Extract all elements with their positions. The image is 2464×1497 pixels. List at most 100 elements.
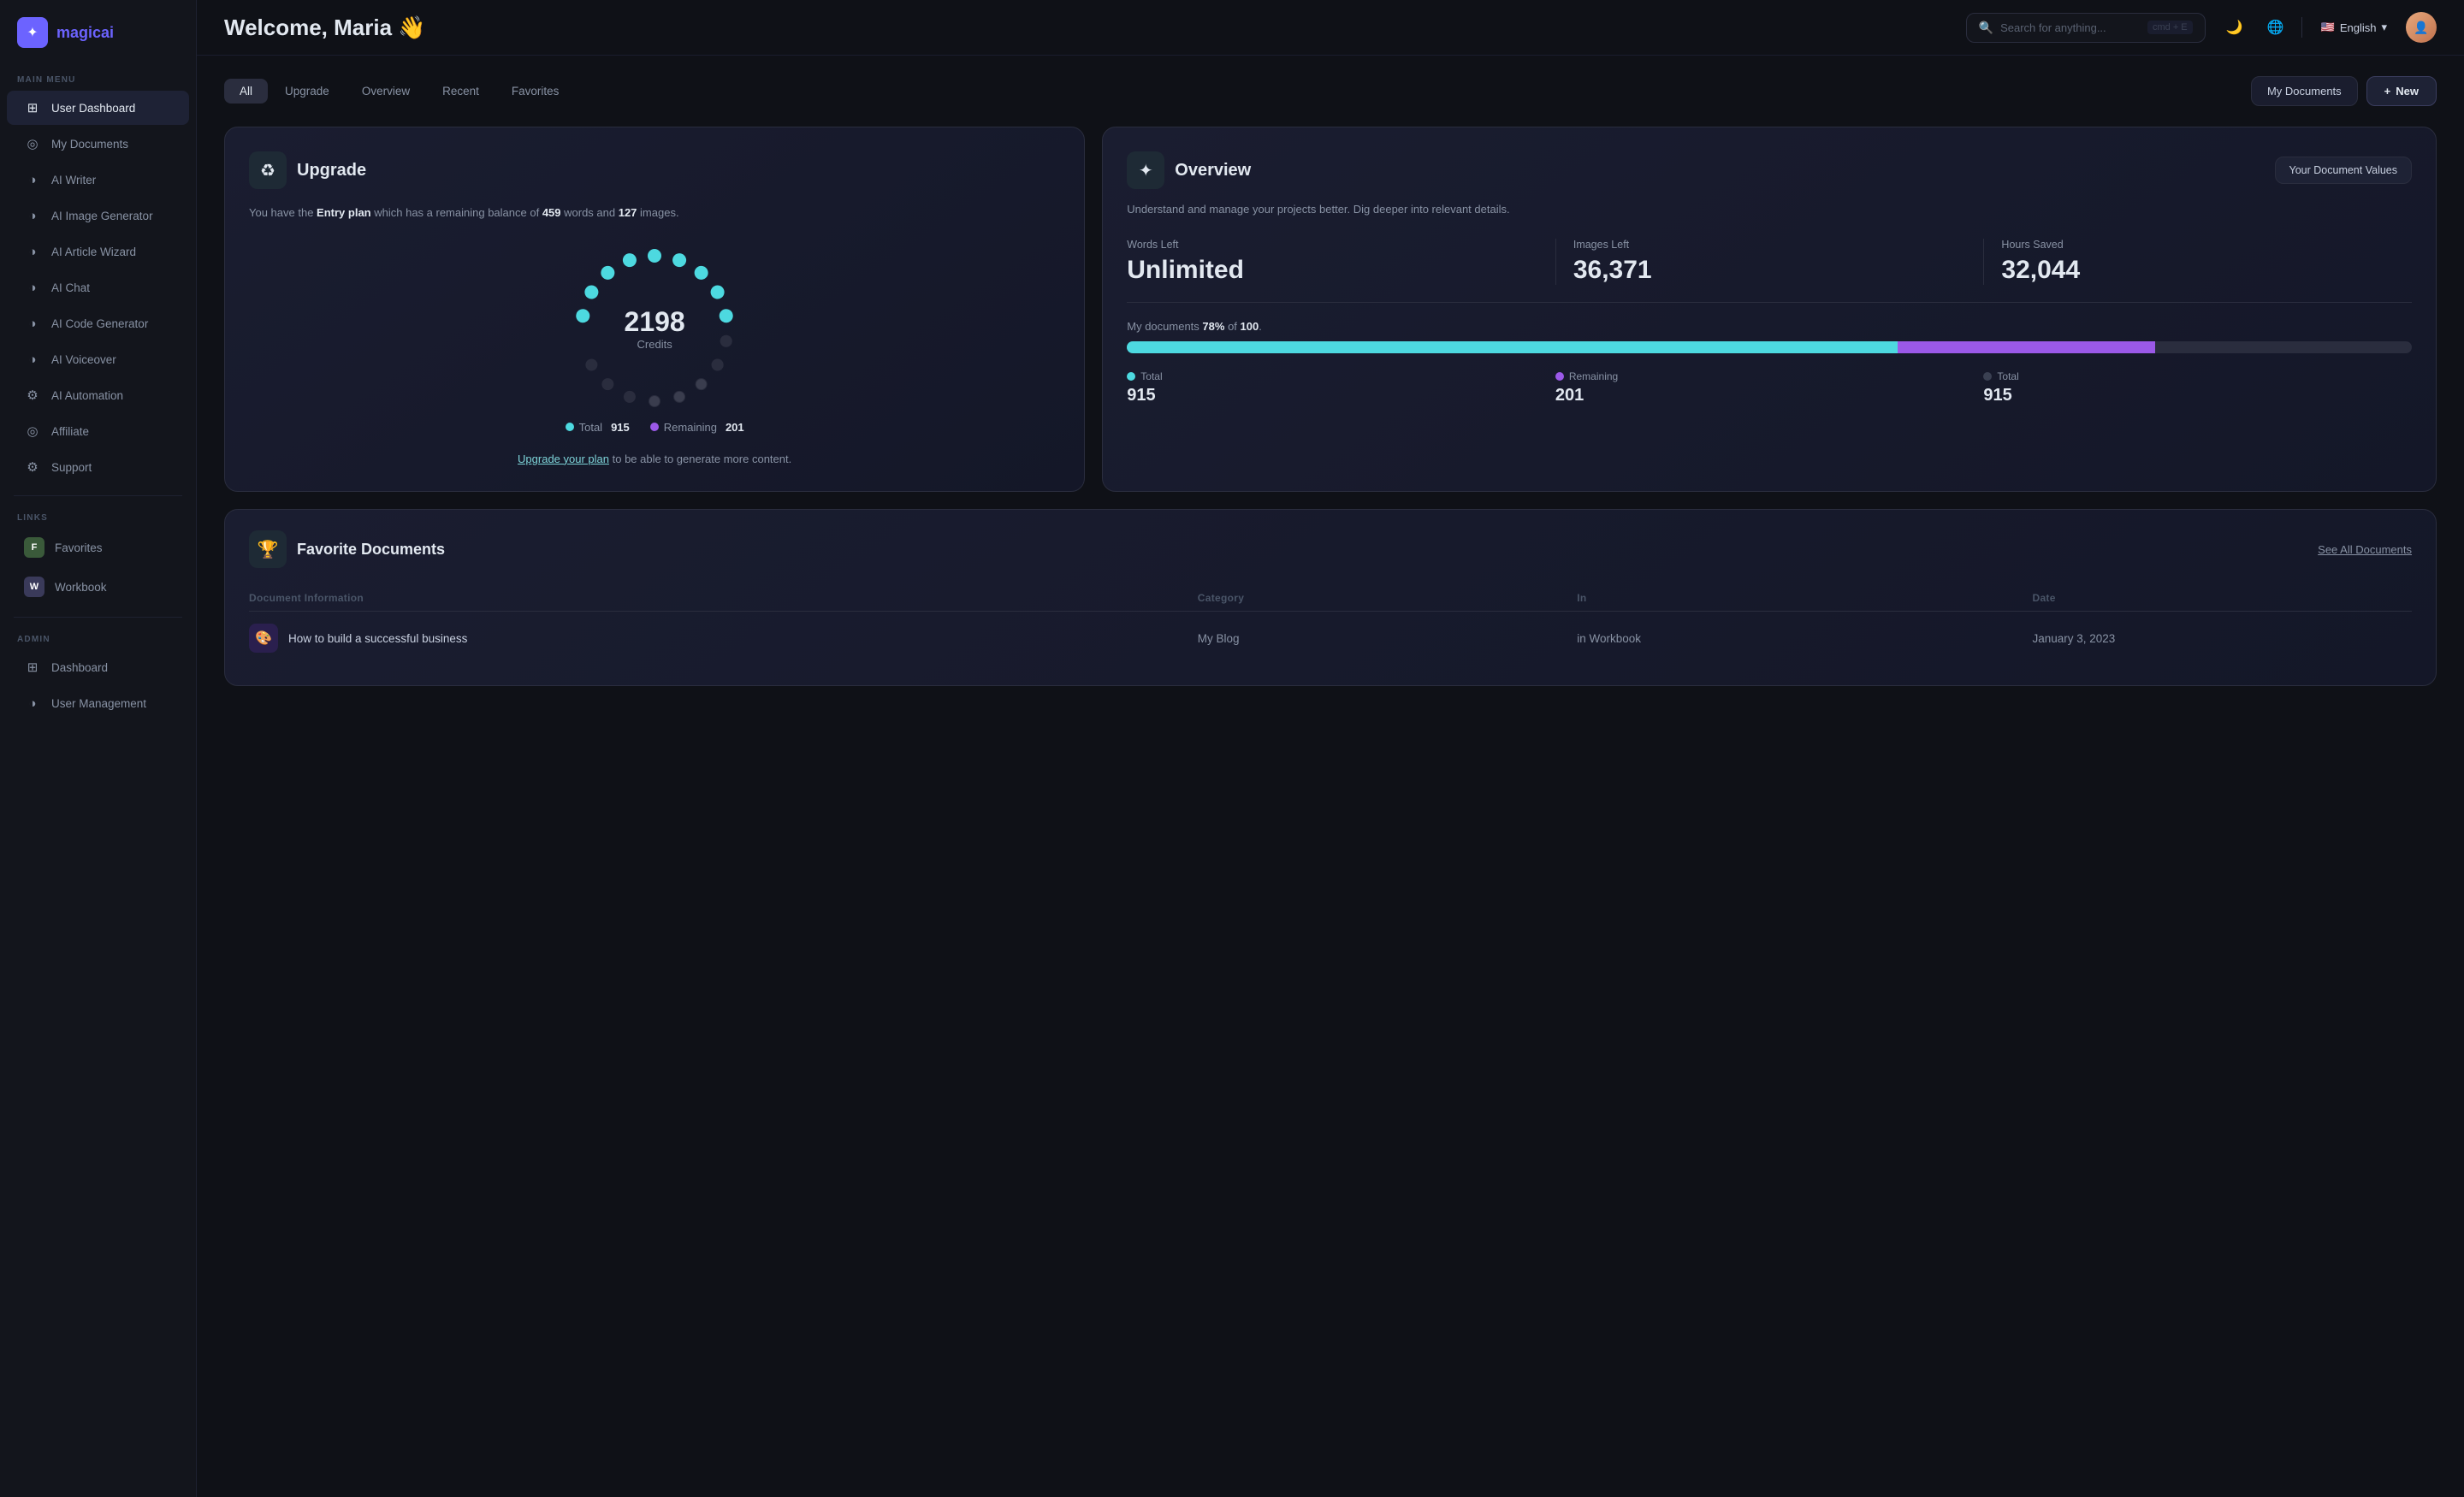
avatar[interactable]: 👤 [2406,12,2437,43]
sidebar-item-favorites[interactable]: F Favorites [7,529,189,566]
doc-info: 🎨 How to build a successful business [249,624,1198,653]
page-title: Welcome, Maria 👋 [224,15,1952,41]
main-menu-label: MAIN MENU [0,68,196,90]
sidebar-item-user-dashboard[interactable]: ⊞ User Dashboard [7,91,189,125]
sidebar-item-label: Support [51,461,92,474]
stat-words-left: Words Left Unlimited [1127,239,1555,285]
sidebar-item-user-management[interactable]: ◑ User Management [7,686,189,720]
divider-admin [14,617,182,618]
logo[interactable]: ✦ magicai [0,17,196,68]
col-in: In [1577,592,2032,604]
images-left-label: Images Left [1573,239,1967,251]
stat-images-left: Images Left 36,371 [1555,239,1984,285]
sidebar-item-label: Workbook [55,581,107,594]
doc-category: My Blog [1198,632,1578,645]
sidebar-item-support[interactable]: ⚙ Support [7,450,189,484]
voiceover-icon: ◑ [24,351,41,368]
overview-card-title: Overview [1175,161,1251,180]
tab-overview[interactable]: Overview [346,79,425,104]
sidebar-item-label: AI Article Wizard [51,246,136,258]
logo-text: magicai [56,24,114,42]
fav-docs-header-left: 🏆 Favorite Documents [249,530,445,568]
images-left-value: 36,371 [1573,256,1967,285]
language-label: English [2340,21,2377,34]
bar-legend-remaining: Remaining 201 [1555,370,1984,405]
sidebar-item-workbook[interactable]: W Workbook [7,568,189,606]
search-shortcut: cmd + E [2147,21,2193,34]
tabs-group: All Upgrade Overview Recent Favorites [224,79,2248,104]
upgrade-plan-link[interactable]: Upgrade your plan [518,453,609,465]
legend-total: Total 915 [566,421,630,434]
bar-legend-dot-row-2: Remaining [1555,370,1984,382]
progress-bar [1127,341,2412,353]
sidebar-item-ai-code-generator[interactable]: ◑ AI Code Generator [7,306,189,340]
overview-card: ✦ Overview Your Document Values Understa… [1102,127,2437,492]
affiliate-icon: ◎ [24,423,41,440]
my-documents-button[interactable]: My Documents [2251,76,2358,106]
fav-docs-title: Favorite Documents [297,541,445,559]
new-button-label: New [2396,85,2419,98]
tab-recent[interactable]: Recent [427,79,495,104]
globe-icon-btn[interactable]: 🌐 [2260,12,2291,43]
content-area: All Upgrade Overview Recent Favorites My… [197,56,2464,1497]
hours-saved-value: 32,044 [2001,256,2395,285]
doc-location: in Workbook [1577,632,2032,645]
chat-icon: ◑ [24,279,41,296]
sidebar-item-label: AI Voiceover [51,353,116,366]
bar-legend-label-3: Total [1997,370,2018,382]
upgrade-card-title: Upgrade [297,161,366,180]
tab-all[interactable]: All [224,79,268,104]
user-management-icon: ◑ [24,695,41,712]
sidebar-item-ai-chat[interactable]: ◑ AI Chat [7,270,189,305]
bar-legend-label-2: Remaining [1569,370,1618,382]
links-label: LINKS [0,506,196,528]
sidebar-item-label: My Documents [51,138,128,151]
doc-values-button[interactable]: Your Document Values [2275,157,2412,184]
sidebar-item-label: Dashboard [51,661,108,674]
legend-total-dot [566,423,574,431]
sidebar-item-ai-article-wizard[interactable]: ◑ AI Article Wizard [7,234,189,269]
sidebar-item-admin-dashboard[interactable]: ⊞ Dashboard [7,650,189,684]
sidebar-item-ai-voiceover[interactable]: ◑ AI Voiceover [7,342,189,376]
bar-legend-dot-row-1: Total [1127,370,1555,382]
sidebar-item-label: Favorites [55,541,103,554]
sidebar-item-my-documents[interactable]: ◎ My Documents [7,127,189,161]
writer-icon: ◑ [24,171,41,188]
overview-header: ✦ Overview Your Document Values [1127,151,2412,189]
overview-header-left: ✦ Overview [1127,151,1251,189]
upgrade-link: Upgrade your plan to be able to generate… [249,451,1060,468]
workbook-badge: W [24,577,44,597]
credits-center: 2198 Credits [625,306,685,351]
sidebar-item-label: AI Writer [51,174,96,186]
progress-bar-cyan [1127,341,1898,353]
sidebar-item-affiliate[interactable]: ◎ Affiliate [7,414,189,448]
sidebar-item-label: User Management [51,697,146,710]
sidebar-item-ai-automation[interactable]: ⚙ AI Automation [7,378,189,412]
sidebar-item-label: AI Automation [51,389,123,402]
words-left-value: Unlimited [1127,256,1538,285]
dark-mode-toggle[interactable]: 🌙 [2219,12,2250,43]
table-row[interactable]: 🎨 How to build a successful business My … [249,612,2412,665]
new-button[interactable]: + New [2366,76,2437,106]
credits-label: Credits [625,338,685,351]
docs-label: My documents 78% of 100. [1127,320,2412,333]
sidebar-item-ai-writer[interactable]: ◑ AI Writer [7,163,189,197]
main-content: Welcome, Maria 👋 🔍 Search for anything..… [197,0,2464,1497]
see-all-documents-link[interactable]: See All Documents [2318,543,2412,556]
sidebar-item-label: AI Image Generator [51,210,153,222]
chevron-down-icon: ▾ [2381,21,2387,34]
bar-legend-val-1: 915 [1127,386,1555,405]
bar-legend-dot-purple [1555,372,1564,381]
language-selector[interactable]: 🇺🇸 English ▾ [2313,15,2396,39]
tab-upgrade[interactable]: Upgrade [270,79,345,104]
sidebar-item-ai-image-generator[interactable]: ◑ AI Image Generator [7,198,189,233]
support-icon: ⚙ [24,459,41,476]
upgrade-card-header: ♻ Upgrade [249,151,1060,189]
tab-favorites[interactable]: Favorites [496,79,575,104]
search-icon: 🔍 [1979,21,1993,35]
fav-docs-icon: 🏆 [249,530,287,568]
bar-legend-label-1: Total [1140,370,1162,382]
stat-hours-saved: Hours Saved 32,044 [1983,239,2412,285]
sidebar-item-label: Affiliate [51,425,89,438]
search-bar[interactable]: 🔍 Search for anything... cmd + E [1966,13,2206,43]
